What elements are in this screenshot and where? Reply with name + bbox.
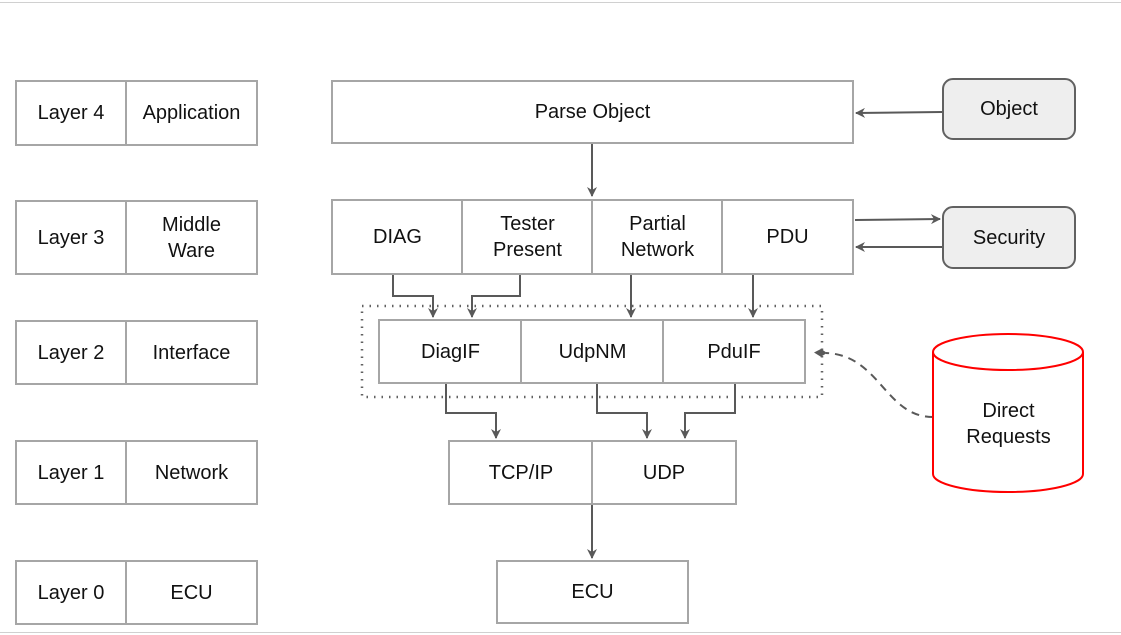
tcpip-box: TCP/IP — [448, 440, 594, 505]
pduif-box: PduIF — [662, 319, 806, 384]
parse-object-box: Parse Object — [331, 80, 854, 144]
arrow-diagif-to-tcpip — [445, 384, 501, 439]
pdu-box: PDU — [721, 199, 854, 275]
arrow-pduif-to-udp — [680, 384, 736, 439]
partial-network-box: Partial Network — [591, 199, 724, 275]
tester-present-box: Tester Present — [461, 199, 594, 275]
udp-box: UDP — [591, 440, 737, 505]
diagif-box: DiagIF — [378, 319, 523, 384]
security-box: Security — [942, 206, 1076, 269]
object-box: Object — [942, 78, 1076, 140]
arrow-tester-to-diagif — [467, 275, 521, 318]
diag-box: DIAG — [331, 199, 464, 275]
dashed-link-direct-requests — [814, 348, 934, 418]
arrow-udpnm-to-udp — [596, 384, 652, 439]
arrow-pdu-to-security — [854, 214, 941, 225]
arrow-object-to-parse — [855, 107, 943, 118]
udpnm-box: UdpNM — [520, 319, 665, 384]
direct-requests-label: Direct Requests — [966, 400, 1051, 448]
arrow-diag-to-diagif — [392, 275, 438, 318]
ecu-box: ECU — [496, 560, 689, 624]
